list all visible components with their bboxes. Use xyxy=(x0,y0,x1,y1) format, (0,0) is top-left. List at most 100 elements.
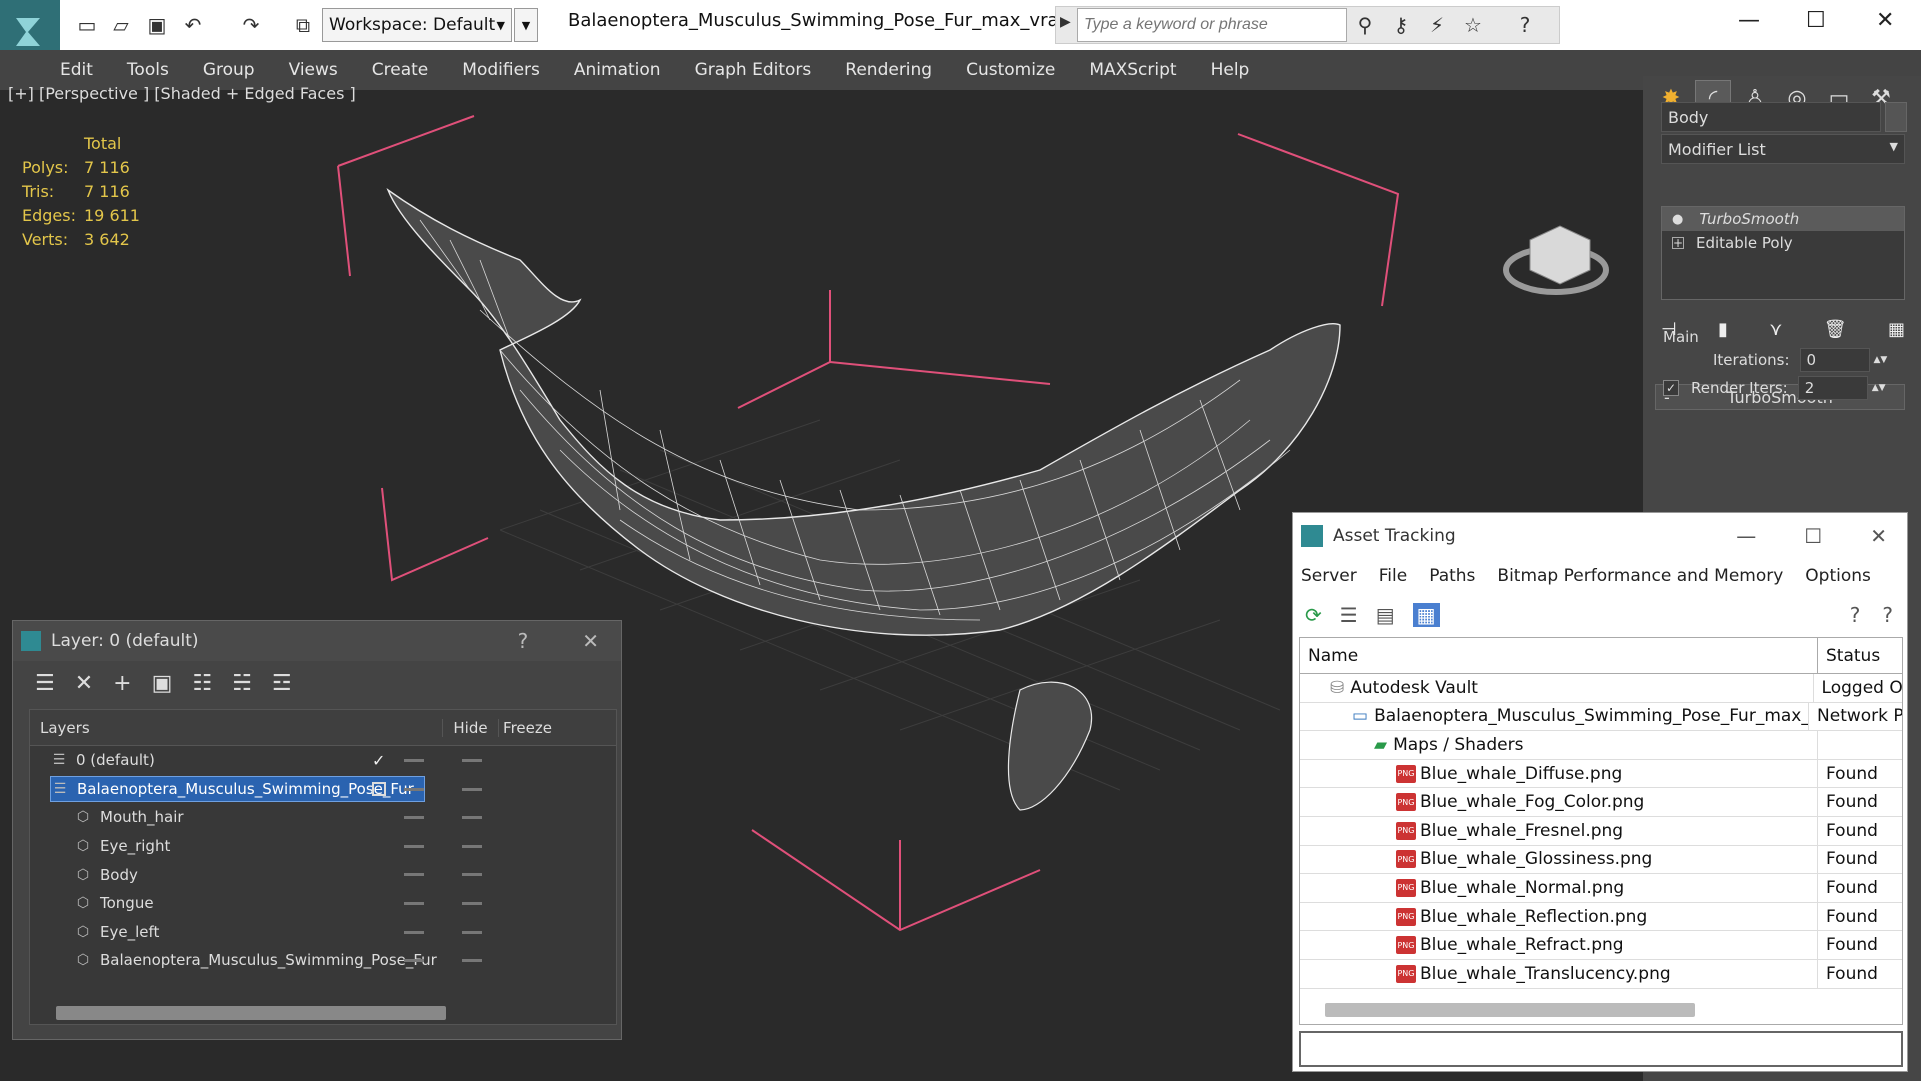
workspace-dropdown[interactable]: Workspace: Default ▼ xyxy=(322,8,512,42)
current-layer-checkmark-icon[interactable]: ✓ xyxy=(372,751,385,770)
list-view-icon[interactable]: ☰ xyxy=(1340,603,1358,627)
object-color-swatch[interactable] xyxy=(1885,102,1907,132)
hide-all-icon[interactable]: ☲ xyxy=(272,671,292,696)
minimize-button[interactable]: — xyxy=(1738,8,1760,33)
help-icon[interactable]: ? xyxy=(1512,12,1538,38)
menu-modifiers[interactable]: Modifiers xyxy=(462,60,540,80)
asset-row[interactable]: ⛁ Autodesk Vault Logged O xyxy=(1300,674,1902,703)
refresh-icon[interactable]: ⟳ xyxy=(1305,603,1322,627)
freeze-toggle[interactable] xyxy=(462,844,482,848)
delete-layer-icon[interactable]: ✕ xyxy=(75,671,93,696)
new-file-icon[interactable]: ▭ xyxy=(74,12,100,38)
col-status[interactable]: Status xyxy=(1818,646,1880,666)
menu-options[interactable]: Options xyxy=(1805,566,1871,586)
menu-views[interactable]: Views xyxy=(289,60,338,80)
menu-animation[interactable]: Animation xyxy=(574,60,661,80)
freeze-toggle[interactable] xyxy=(462,759,482,762)
stack-item-editable-poly[interactable]: + Editable Poly xyxy=(1662,231,1904,255)
configure-sets-icon[interactable]: ▦ xyxy=(1888,319,1905,340)
asset-row[interactable]: ▰ Maps / Shaders xyxy=(1300,731,1902,760)
freeze-toggle[interactable] xyxy=(462,873,482,877)
layer-row[interactable]: ☰ Balaenoptera_Musculus_Swimming_Pose_Fur xyxy=(30,775,616,804)
asset-row[interactable]: PNG Blue_whale_Reflection.png Found xyxy=(1300,902,1902,932)
menu-maxscript[interactable]: MAXScript xyxy=(1089,60,1176,80)
project-icon[interactable]: ⧉ xyxy=(290,12,316,38)
layer-row[interactable]: ⬡ Tongue xyxy=(30,889,616,918)
hide-toggle[interactable] xyxy=(404,959,424,963)
make-current-checkbox-icon[interactable] xyxy=(372,781,386,796)
layer-scrollbar[interactable] xyxy=(56,1006,446,1020)
expand-icon[interactable]: + xyxy=(1672,237,1684,249)
satellite-icon[interactable]: ⚡ xyxy=(1424,12,1450,38)
render-iters-checkbox[interactable]: ✓ xyxy=(1663,380,1679,396)
layer-row[interactable]: ⬡ Balaenoptera_Musculus_Swimming_Pose_Fur xyxy=(30,946,616,975)
spinner-arrows-icon[interactable]: ▲▼ xyxy=(1872,383,1886,393)
select-objects-icon[interactable]: ☷ xyxy=(192,671,212,696)
help-icon[interactable]: ? xyxy=(1882,603,1893,627)
freeze-toggle[interactable] xyxy=(462,816,482,820)
undo-icon[interactable]: ↶ xyxy=(180,12,206,38)
thumbnail-view-icon[interactable]: ▤ xyxy=(1376,603,1395,627)
hide-toggle[interactable] xyxy=(404,787,424,791)
stack-item-turbosmooth[interactable]: ● TurboSmooth xyxy=(1662,207,1904,231)
freeze-toggle[interactable] xyxy=(462,930,482,934)
col-layers[interactable]: Layers xyxy=(30,719,442,737)
open-file-icon[interactable]: ▱ xyxy=(108,12,134,38)
object-name-field[interactable]: Body xyxy=(1661,102,1881,132)
viewport-label[interactable]: [+] [Perspective ] [Shaded + Edged Faces… xyxy=(8,84,356,103)
lightbulb-icon[interactable]: ● xyxy=(1672,212,1683,227)
layer-row-name[interactable]: ⬡ Tongue xyxy=(74,894,154,912)
make-unique-icon[interactable]: ⋎ xyxy=(1769,319,1782,340)
iterations-spinner[interactable]: 0 xyxy=(1799,348,1870,372)
menu-create[interactable]: Create xyxy=(372,60,429,80)
close-button[interactable]: ✕ xyxy=(1876,8,1894,33)
menu-graph-editors[interactable]: Graph Editors xyxy=(695,60,812,80)
layer-row[interactable]: ☰ 0 (default) ✓ xyxy=(30,746,616,775)
star-icon[interactable]: ☆ xyxy=(1460,12,1486,38)
menu-tools[interactable]: Tools xyxy=(127,60,169,80)
layer-row[interactable]: ⬡ Eye_right xyxy=(30,832,616,861)
help-button[interactable]: ? xyxy=(518,629,529,653)
layer-row-name[interactable]: ⬡ Mouth_hair xyxy=(74,808,184,826)
asset-scrollbar[interactable] xyxy=(1325,1003,1695,1017)
menu-server[interactable]: Server xyxy=(1301,566,1357,586)
spinner-arrows-icon[interactable]: ▲▼ xyxy=(1874,355,1888,365)
asset-row[interactable]: PNG Blue_whale_Refract.png Found xyxy=(1300,931,1902,960)
col-freeze[interactable]: Freeze xyxy=(498,718,556,737)
show-end-result-icon[interactable]: ▮ xyxy=(1718,319,1728,340)
modifier-list-dropdown[interactable]: Modifier List ▼ xyxy=(1661,134,1905,164)
vault-help-icon[interactable]: ? xyxy=(1850,603,1861,627)
freeze-toggle[interactable] xyxy=(462,787,482,791)
menu-edit[interactable]: Edit xyxy=(60,60,93,80)
freeze-toggle[interactable] xyxy=(462,959,482,963)
play-arrow-icon[interactable]: ▶ xyxy=(1060,14,1071,30)
close-button[interactable]: ✕ xyxy=(1870,524,1887,548)
hide-toggle[interactable] xyxy=(404,930,424,934)
key-icon[interactable]: ⚷ xyxy=(1388,12,1414,38)
layer-row-name[interactable]: ⬡ Balaenoptera_Musculus_Swimming_Pose_Fur xyxy=(74,951,437,969)
layer-row[interactable]: ⬡ Mouth_hair xyxy=(30,803,616,832)
redo-icon[interactable]: ↷ xyxy=(238,12,264,38)
layer-row-name[interactable]: ⬡ Eye_right xyxy=(74,837,170,855)
asset-row[interactable]: PNG Blue_whale_Fresnel.png Found xyxy=(1300,816,1902,846)
menu-group[interactable]: Group xyxy=(203,60,255,80)
asset-row[interactable]: PNG Blue_whale_Glossiness.png Found xyxy=(1300,845,1902,875)
menu-rendering[interactable]: Rendering xyxy=(845,60,932,80)
col-name[interactable]: Name xyxy=(1300,638,1818,673)
save-icon[interactable]: ▣ xyxy=(144,12,170,38)
asset-row[interactable]: PNG Blue_whale_Diffuse.png Found xyxy=(1300,759,1902,789)
freeze-toggle[interactable] xyxy=(462,901,482,905)
close-button[interactable]: ✕ xyxy=(582,629,599,653)
search-input[interactable] xyxy=(1077,8,1347,42)
asset-row[interactable]: PNG Blue_whale_Fog_Color.png Found xyxy=(1300,788,1902,817)
hide-toggle[interactable] xyxy=(404,816,424,820)
hide-toggle[interactable] xyxy=(404,901,424,905)
layer-row-name[interactable]: ⬡ Body xyxy=(74,866,138,884)
menu-bitmap-performance[interactable]: Bitmap Performance and Memory xyxy=(1497,566,1783,586)
viewcube-icon[interactable] xyxy=(1503,225,1609,295)
workspace-menu-button[interactable]: ▼ xyxy=(514,8,538,42)
layer-row[interactable]: ⬡ Eye_left xyxy=(30,918,616,947)
hide-toggle[interactable] xyxy=(404,844,424,848)
col-hide[interactable]: Hide xyxy=(442,718,498,737)
menu-paths[interactable]: Paths xyxy=(1429,566,1475,586)
